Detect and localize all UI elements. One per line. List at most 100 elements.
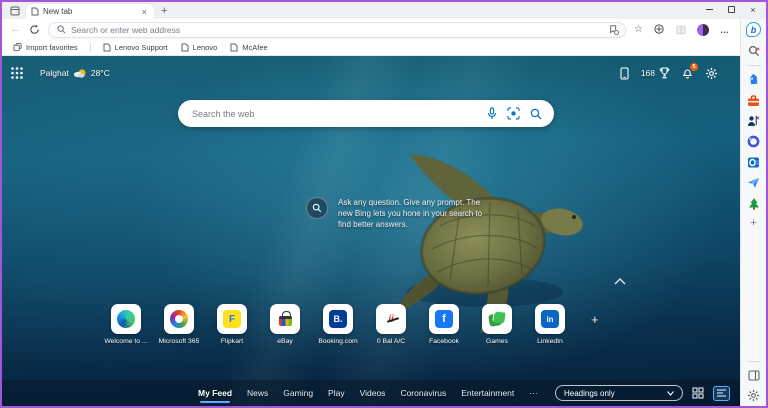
people-icon[interactable] <box>747 115 760 127</box>
address-input[interactable] <box>71 25 604 35</box>
minimize-button[interactable] <box>698 2 720 17</box>
window-controls: × <box>698 2 764 17</box>
favorites-icon[interactable]: ☆ <box>634 25 643 35</box>
bookmark-mcafee[interactable]: McAfee <box>226 42 271 53</box>
feed-layout-dropdown[interactable]: Headings only <box>555 385 683 401</box>
voice-search-icon[interactable] <box>487 107 497 120</box>
sidebar-divider <box>747 65 761 66</box>
quick-link-label: Facebook <box>429 338 459 345</box>
ntp-header: Palghat 28°C 168 <box>10 66 718 80</box>
list-view-icon[interactable] <box>713 386 730 401</box>
quick-link-welcome[interactable]: Welcome to ... <box>104 304 148 345</box>
split-screen-icon[interactable] <box>676 25 686 35</box>
tree-icon[interactable] <box>748 197 760 210</box>
feed-tab-play[interactable]: Play <box>328 388 345 398</box>
feed-controls: Headings only <box>555 385 730 401</box>
browser-window: New tab × + × ← ☆ <box>0 0 768 408</box>
maximize-button[interactable] <box>720 2 742 17</box>
page-settings-gear-icon[interactable] <box>705 67 718 80</box>
feed-layout-value: Headings only <box>564 389 661 398</box>
ebay-icon <box>279 316 292 326</box>
tab-favicon-icon <box>31 7 39 16</box>
page-action-icon[interactable] <box>609 25 619 35</box>
sidebar-search-icon[interactable] <box>748 45 760 57</box>
quick-links-row: Welcome to ... Microsoft 365 F Flipkart … <box>104 304 599 345</box>
bookmark-lenovo-support[interactable]: Lenovo Support <box>99 42 172 53</box>
outlook-icon[interactable] <box>747 156 760 169</box>
feed-tab-coronavirus[interactable]: Coronavirus <box>400 388 446 398</box>
bookmark-label: Import favorites <box>26 43 78 52</box>
tab-close-icon[interactable]: × <box>140 8 149 16</box>
designer-ring-icon[interactable] <box>747 135 760 148</box>
shopping-tag-icon[interactable] <box>747 74 760 87</box>
quick-link-bank[interactable]: ii 0 Bal A/C <box>369 304 413 345</box>
feed-tab-gaming[interactable]: Gaming <box>283 388 313 398</box>
bank-icon: ii <box>388 314 394 325</box>
tab-new-tab[interactable]: New tab × <box>26 4 154 19</box>
quick-link-ebay[interactable]: eBay <box>263 304 307 345</box>
quick-link-facebook[interactable]: f Facebook <box>422 304 466 345</box>
sidebar-settings-gear-icon[interactable] <box>747 389 760 402</box>
grid-view-icon[interactable] <box>692 387 704 399</box>
feed-bar: My Feed News Gaming Play Videos Coronavi… <box>2 380 740 406</box>
rewards-trophy-icon <box>659 67 670 79</box>
feed-tab-my-feed[interactable]: My Feed <box>198 388 232 398</box>
submit-search-icon[interactable] <box>530 108 542 120</box>
sidebar-toggle-icon[interactable] <box>748 370 760 381</box>
search-icon <box>57 25 66 34</box>
notifications-button[interactable]: 5 <box>682 67 693 79</box>
bookmark-label: McAfee <box>242 43 267 52</box>
promo-search-icon[interactable] <box>306 197 328 219</box>
weather-widget[interactable]: Palghat 28°C <box>40 68 110 79</box>
bing-copilot-icon[interactable]: b <box>746 22 761 37</box>
rewards-counter[interactable]: 168 <box>641 67 670 79</box>
quick-link-booking[interactable]: B. Booking.com <box>316 304 360 345</box>
settings-more-icon[interactable]: … <box>720 25 730 35</box>
tab-strip: New tab × + × <box>2 2 766 19</box>
page-icon <box>181 43 189 52</box>
mobile-icon[interactable] <box>620 67 629 80</box>
visual-search-icon[interactable] <box>507 107 520 120</box>
chevron-down-icon <box>667 391 674 396</box>
feed-tab-entertainment[interactable]: Entertainment <box>461 388 514 398</box>
drop-paper-plane-icon[interactable] <box>747 177 760 189</box>
feed-tab-videos[interactable]: Videos <box>360 388 386 398</box>
feed-tab-news[interactable]: News <box>247 388 268 398</box>
new-tab-button[interactable]: + <box>161 6 167 17</box>
edge-sidebar: b + <box>740 19 766 406</box>
apps-grid-icon[interactable] <box>10 66 24 80</box>
tab-actions-menu-icon[interactable] <box>8 4 22 17</box>
page-icon <box>103 43 111 52</box>
feed-more-icon[interactable]: ··· <box>529 388 538 398</box>
add-site-button[interactable]: + <box>591 312 599 327</box>
address-bar[interactable] <box>48 22 626 38</box>
chevron-up-icon[interactable] <box>614 278 626 285</box>
quick-link-games[interactable]: Games <box>475 304 519 345</box>
import-favorites-icon <box>13 43 22 52</box>
feed-nav: My Feed News Gaming Play Videos Coronavi… <box>198 388 538 398</box>
edge-logo-icon <box>117 310 135 328</box>
customize-sidebar-icon[interactable]: + <box>750 218 756 228</box>
web-search-input[interactable] <box>192 109 477 119</box>
close-button[interactable]: × <box>742 2 764 17</box>
profile-avatar[interactable] <box>697 24 709 36</box>
quick-link-label: Microsoft 365 <box>159 338 200 345</box>
bookmark-import-favorites[interactable]: Import favorites <box>9 42 82 53</box>
flipkart-icon: F <box>223 310 241 328</box>
refresh-icon[interactable] <box>29 24 40 35</box>
bookmark-lenovo[interactable]: Lenovo <box>177 42 222 53</box>
weather-location: Palghat <box>40 68 69 78</box>
new-tab-page: Palghat 28°C 168 <box>2 56 740 406</box>
promo-text: Ask any question. Give any prompt. The n… <box>338 197 490 230</box>
tab-title: New tab <box>43 7 136 16</box>
notification-badge: 5 <box>690 63 698 71</box>
web-search-box[interactable] <box>178 100 554 127</box>
quick-link-flipkart[interactable]: F Flipkart <box>210 304 254 345</box>
bing-promo: Ask any question. Give any prompt. The n… <box>306 197 490 230</box>
back-icon[interactable]: ← <box>10 24 21 35</box>
collections-icon[interactable] <box>654 24 665 35</box>
toolbox-icon[interactable] <box>747 95 760 107</box>
quick-link-linkedin[interactable]: in LinkedIn <box>528 304 572 345</box>
quick-link-microsoft-365[interactable]: Microsoft 365 <box>157 304 201 345</box>
bookmarks-divider <box>90 43 91 52</box>
